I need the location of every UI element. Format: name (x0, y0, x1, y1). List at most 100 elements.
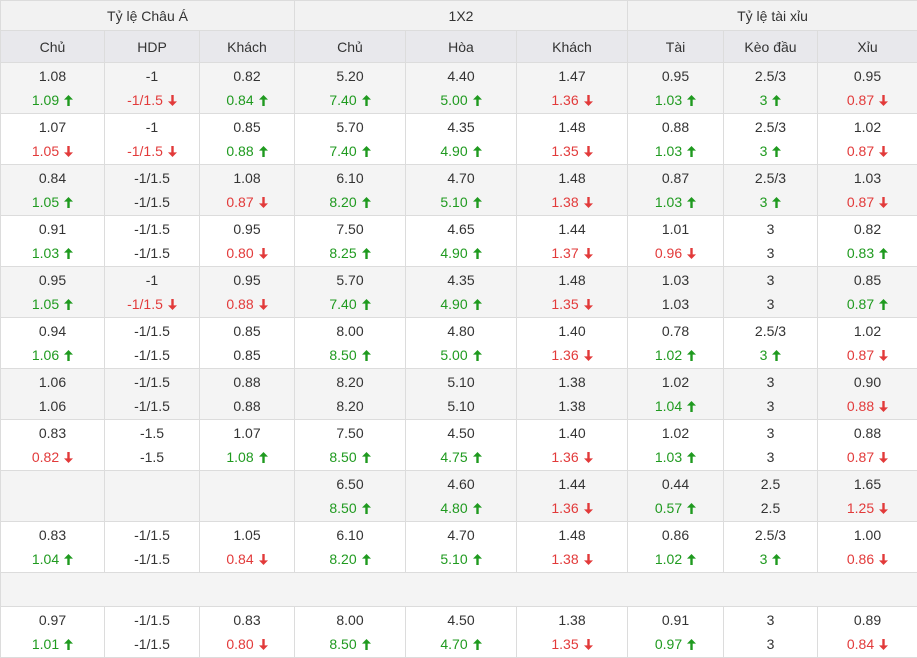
odds-cell[interactable]: -1/1.5-1/1.5 (105, 522, 200, 573)
odds-cell[interactable]: 6.108.20 (295, 522, 406, 573)
odds-cell[interactable]: 33 (724, 420, 818, 471)
odds-cell[interactable]: 4.354.90 (406, 114, 517, 165)
odds-cell[interactable]: 1.000.86 (818, 522, 917, 573)
odds-cell[interactable]: 33 (724, 216, 818, 267)
odds-cell[interactable]: 1.481.35 (517, 114, 628, 165)
odds-cell[interactable]: 5.707.40 (295, 114, 406, 165)
odds-cell[interactable]: 0.951.05 (1, 267, 105, 318)
odds-cell[interactable]: 2.5/33 (724, 522, 818, 573)
odds-cell[interactable]: 1.441.36 (517, 471, 628, 522)
odds-cell[interactable]: 4.504.70 (406, 607, 517, 658)
odds-cell[interactable]: 33 (724, 607, 818, 658)
odds-cell[interactable]: 0.950.88 (200, 267, 295, 318)
odds-cell[interactable]: 7.508.25 (295, 216, 406, 267)
odds-cell[interactable]: 0.880.88 (200, 369, 295, 420)
odds-cell[interactable]: 1.021.03 (628, 420, 724, 471)
odds-cell[interactable]: 0.941.06 (1, 318, 105, 369)
odds-cell[interactable]: -1-1/1.5 (105, 267, 200, 318)
odds-cell[interactable]: 8.008.50 (295, 318, 406, 369)
odds-cell[interactable] (1, 471, 105, 522)
odds-cell[interactable]: 0.850.87 (818, 267, 917, 318)
odds-cell[interactable]: 0.831.04 (1, 522, 105, 573)
odds-cell[interactable]: -1/1.5-1/1.5 (105, 318, 200, 369)
odds-cell[interactable]: 4.604.80 (406, 471, 517, 522)
odds-cell[interactable]: -1.5-1.5 (105, 420, 200, 471)
odds-cell[interactable]: 0.841.05 (1, 165, 105, 216)
odds-cell[interactable]: 0.950.80 (200, 216, 295, 267)
odds-cell[interactable]: 4.504.75 (406, 420, 517, 471)
odds-cell[interactable]: 0.900.88 (818, 369, 917, 420)
odds-cell[interactable]: 8.208.20 (295, 369, 406, 420)
odds-cell[interactable]: 0.890.84 (818, 607, 917, 658)
odds-cell[interactable]: 0.881.03 (628, 114, 724, 165)
odds-cell[interactable]: 1.481.38 (517, 165, 628, 216)
odds-cell[interactable]: 1.381.38 (517, 369, 628, 420)
odds-cell[interactable]: 1.401.36 (517, 318, 628, 369)
odds-cell[interactable]: 1.441.37 (517, 216, 628, 267)
odds-cell[interactable]: 6.508.50 (295, 471, 406, 522)
odds-cell[interactable]: 8.008.50 (295, 607, 406, 658)
odds-cell[interactable]: 1.651.25 (818, 471, 917, 522)
odds-cell[interactable]: 4.705.10 (406, 522, 517, 573)
odds-cell[interactable]: 0.820.84 (200, 63, 295, 114)
odds-cell[interactable]: 2.5/33 (724, 318, 818, 369)
odds-cell[interactable]: 4.654.90 (406, 216, 517, 267)
odds-cell[interactable]: 0.861.02 (628, 522, 724, 573)
odds-cell[interactable]: 0.820.83 (818, 216, 917, 267)
odds-cell[interactable]: 33 (724, 369, 818, 420)
odds-cell[interactable]: 7.508.50 (295, 420, 406, 471)
odds-cell[interactable]: 1.030.87 (818, 165, 917, 216)
odds-cell[interactable]: 1.061.06 (1, 369, 105, 420)
odds-cell[interactable]: 0.911.03 (1, 216, 105, 267)
odds-cell[interactable]: 0.910.97 (628, 607, 724, 658)
odds-cell[interactable]: 1.381.35 (517, 607, 628, 658)
odds-cell[interactable]: 4.805.00 (406, 318, 517, 369)
odds-cell[interactable]: 0.781.02 (628, 318, 724, 369)
odds-cell[interactable] (105, 471, 200, 522)
odds-cell[interactable]: 0.971.01 (1, 607, 105, 658)
odds-cell[interactable]: 1.050.84 (200, 522, 295, 573)
odds-cell[interactable]: 1.010.96 (628, 216, 724, 267)
odds-cell[interactable]: 0.440.57 (628, 471, 724, 522)
odds-cell[interactable]: 1.021.04 (628, 369, 724, 420)
odds-cell[interactable]: -1/1.5-1/1.5 (105, 607, 200, 658)
odds-cell[interactable]: 1.481.38 (517, 522, 628, 573)
odds-cell[interactable]: 2.5/33 (724, 165, 818, 216)
odds-cell[interactable]: 0.850.85 (200, 318, 295, 369)
odds-cell[interactable]: 1.071.05 (1, 114, 105, 165)
odds-cell[interactable]: 4.354.90 (406, 267, 517, 318)
odds-cell[interactable]: 1.471.36 (517, 63, 628, 114)
odds-cell[interactable]: 0.830.80 (200, 607, 295, 658)
odds-cell[interactable]: 1.081.09 (1, 63, 105, 114)
odds-cell[interactable]: 0.830.82 (1, 420, 105, 471)
odds-cell[interactable]: 4.405.00 (406, 63, 517, 114)
odds-cell[interactable]: -1/1.5-1/1.5 (105, 216, 200, 267)
odds-cell[interactable]: 2.52.5 (724, 471, 818, 522)
odds-cell[interactable]: -1/1.5-1/1.5 (105, 165, 200, 216)
odds-cell[interactable]: 1.020.87 (818, 114, 917, 165)
odds-cell[interactable]: 1.071.08 (200, 420, 295, 471)
arrow-up-icon (362, 452, 371, 463)
odds-cell[interactable]: 1.401.36 (517, 420, 628, 471)
odds-cell[interactable]: 5.105.10 (406, 369, 517, 420)
odds-cell[interactable]: 2.5/33 (724, 114, 818, 165)
odds-cell[interactable] (200, 471, 295, 522)
odds-cell[interactable]: 5.707.40 (295, 267, 406, 318)
odds-cell[interactable]: 33 (724, 267, 818, 318)
odds-cell[interactable]: 0.880.87 (818, 420, 917, 471)
odds-cell[interactable]: -1/1.5-1/1.5 (105, 369, 200, 420)
odds-cell[interactable]: 0.950.87 (818, 63, 917, 114)
odds-cell[interactable]: 1.080.87 (200, 165, 295, 216)
odds-cell[interactable]: 0.871.03 (628, 165, 724, 216)
odds-cell[interactable]: 1.020.87 (818, 318, 917, 369)
odds-cell[interactable]: -1-1/1.5 (105, 63, 200, 114)
odds-cell[interactable]: 2.5/33 (724, 63, 818, 114)
odds-cell[interactable]: 5.207.40 (295, 63, 406, 114)
odds-cell[interactable]: 1.481.35 (517, 267, 628, 318)
odds-cell[interactable]: 6.108.20 (295, 165, 406, 216)
odds-cell[interactable]: 0.951.03 (628, 63, 724, 114)
odds-cell[interactable]: 4.705.10 (406, 165, 517, 216)
odds-cell[interactable]: 1.031.03 (628, 267, 724, 318)
odds-cell[interactable]: -1-1/1.5 (105, 114, 200, 165)
odds-cell[interactable]: 0.850.88 (200, 114, 295, 165)
